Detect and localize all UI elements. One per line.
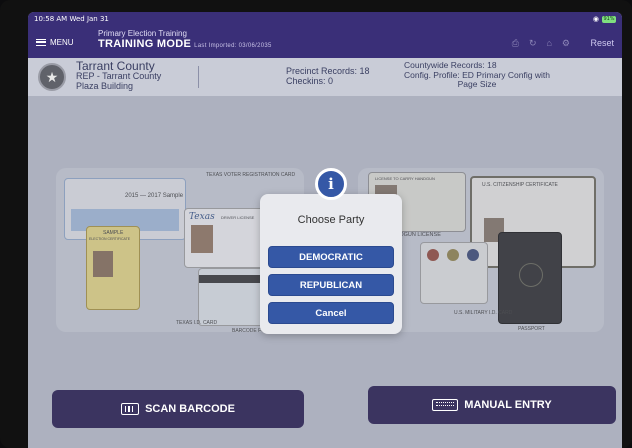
app-screen: 10:58 AM Wed Jan 31 ◉ 91% MENU Primary E… bbox=[28, 12, 622, 448]
reset-button[interactable]: Reset bbox=[590, 38, 614, 48]
config-profile-cont: Page Size bbox=[457, 79, 497, 89]
republican-button[interactable]: REPUBLICAN bbox=[268, 274, 394, 296]
status-bar: 10:58 AM Wed Jan 31 ◉ 91% bbox=[28, 12, 622, 26]
status-indicators: ◉ 91% bbox=[593, 15, 616, 23]
barcode-icon bbox=[121, 403, 140, 415]
county-info: Tarrant County REP - Tarrant County Plaz… bbox=[76, 59, 162, 91]
battery-icon: 91% bbox=[602, 15, 616, 23]
county-name: Tarrant County bbox=[76, 59, 155, 73]
settings-icon[interactable]: ⚙ bbox=[562, 38, 570, 49]
checkins-count: Checkins: 0 bbox=[286, 76, 334, 86]
device-frame: 10:58 AM Wed Jan 31 ◉ 91% MENU Primary E… bbox=[0, 0, 632, 448]
cancel-button[interactable]: Cancel bbox=[268, 302, 394, 324]
manual-entry-button[interactable]: MANUAL ENTRY bbox=[368, 386, 616, 424]
manual-entry-label: MANUAL ENTRY bbox=[464, 399, 552, 411]
last-imported: Last Imported: 03/06/2035 bbox=[194, 43, 272, 49]
democratic-button[interactable]: DEMOCRATIC bbox=[268, 246, 394, 268]
info-bar: ★ Tarrant County REP - Tarrant County Pl… bbox=[28, 58, 622, 96]
scan-barcode-label: SCAN BARCODE bbox=[145, 403, 235, 415]
dialog-title: Choose Party bbox=[297, 214, 365, 226]
home-icon[interactable]: ⌂ bbox=[546, 38, 551, 49]
hamburger-icon bbox=[36, 39, 46, 46]
county-stats: Countywide Records: 18 Config. Profile: … bbox=[404, 60, 550, 90]
sync-icon[interactable]: ↻ bbox=[529, 38, 537, 49]
top-nav: MENU Primary Election Training TRAINING … bbox=[28, 26, 622, 58]
nav-title: Primary Election Training TRAINING MODE L… bbox=[98, 29, 272, 51]
mode-label: TRAINING MODE Last Imported: 03/06/2035 bbox=[98, 39, 272, 51]
county-location: Plaza Building bbox=[76, 81, 134, 91]
main-content: 2015 — 2017 Sample TEXAS VOTER REGISTRAT… bbox=[28, 96, 622, 448]
info-divider bbox=[198, 66, 199, 88]
nav-icons: ⎙ ↻ ⌂ ⚙ bbox=[512, 38, 570, 49]
print-icon[interactable]: ⎙ bbox=[512, 38, 519, 49]
menu-label: MENU bbox=[50, 38, 74, 47]
keyboard-icon bbox=[432, 399, 459, 411]
precinct-stats: Precinct Records: 18 Checkins: 0 bbox=[286, 66, 370, 86]
choose-party-dialog: Choose Party DEMOCRATIC REPUBLICAN Cance… bbox=[260, 194, 402, 334]
county-seal-icon: ★ bbox=[38, 63, 66, 91]
menu-button[interactable]: MENU bbox=[36, 38, 74, 47]
status-time: 10:58 AM Wed Jan 31 bbox=[34, 15, 109, 23]
scan-barcode-button[interactable]: SCAN BARCODE bbox=[52, 390, 304, 428]
county-rep: REP - Tarrant County bbox=[76, 71, 162, 81]
precinct-records: Precinct Records: 18 bbox=[286, 66, 370, 76]
wifi-icon: ◉ bbox=[592, 15, 599, 23]
training-mode: TRAINING MODE bbox=[98, 38, 192, 50]
info-icon: i bbox=[315, 168, 347, 200]
